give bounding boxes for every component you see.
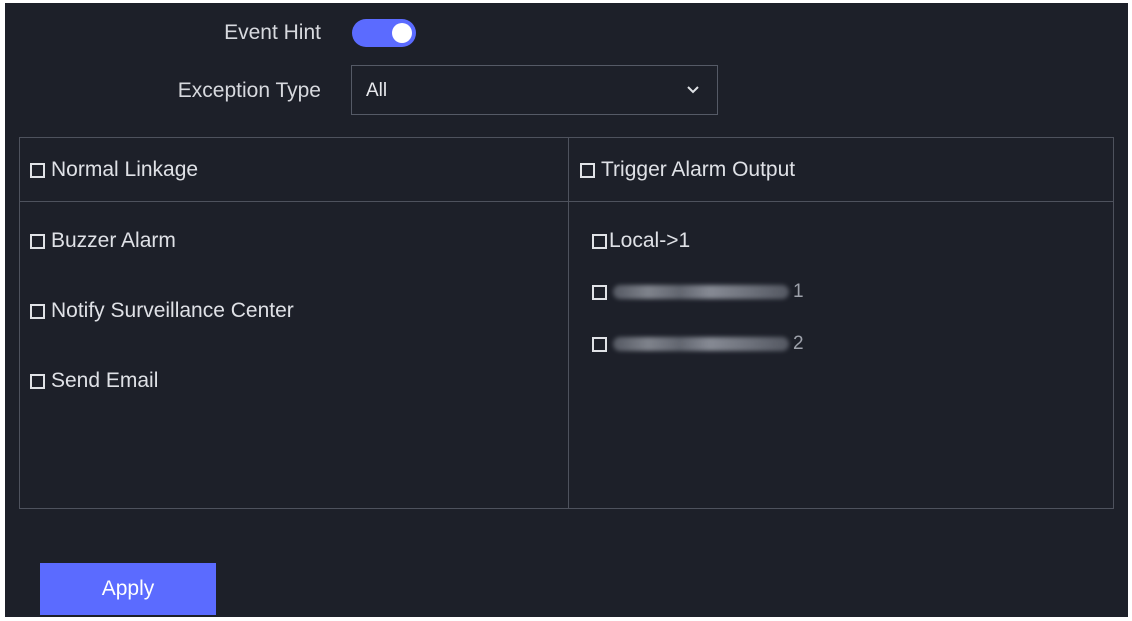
obscured-device-address	[613, 337, 789, 351]
exception-type-select[interactable]: All	[351, 65, 718, 115]
linkage-settings-panel: Event Hint Exception Type All Normal Lin…	[5, 3, 1128, 617]
linkage-table: Normal Linkage Trigger Alarm Output Buzz…	[19, 137, 1114, 509]
buzzer-alarm-label: Buzzer Alarm	[51, 229, 176, 252]
checkbox-empty-icon	[592, 336, 607, 352]
header-divider	[20, 201, 1113, 202]
apply-button[interactable]: Apply	[40, 563, 216, 615]
trigger-alarm-output-header-label: Trigger Alarm Output	[601, 158, 796, 181]
checkbox-empty-icon	[30, 373, 45, 389]
normal-linkage-header-checkbox[interactable]: Normal Linkage	[30, 158, 198, 182]
event-hint-label: Event Hint	[224, 21, 321, 44]
toggle-knob	[392, 23, 412, 43]
send-email-label: Send Email	[51, 369, 159, 392]
checkbox-empty-icon	[580, 162, 595, 178]
event-hint-toggle[interactable]	[352, 19, 416, 47]
remote-output-2-checkbox[interactable]: 2	[592, 333, 804, 355]
exception-type-label: Exception Type	[177, 79, 321, 102]
trigger-alarm-output-header-checkbox[interactable]: Trigger Alarm Output	[580, 158, 795, 182]
remote-output-1-checkbox[interactable]: 1	[592, 281, 804, 303]
chevron-down-icon	[687, 86, 699, 94]
local-output-1-label: Local->1	[609, 229, 691, 252]
checkbox-empty-icon	[30, 162, 45, 178]
send-email-checkbox[interactable]: Send Email	[30, 369, 158, 393]
normal-linkage-header-label: Normal Linkage	[51, 158, 199, 181]
exception-type-value: All	[366, 80, 388, 101]
checkbox-empty-icon	[30, 303, 45, 319]
notify-surveillance-center-label: Notify Surveillance Center	[51, 299, 294, 322]
obscured-device-address	[613, 285, 789, 299]
checkbox-empty-icon	[592, 233, 607, 249]
checkbox-empty-icon	[592, 284, 607, 300]
column-divider	[568, 138, 569, 508]
notify-surveillance-center-checkbox[interactable]: Notify Surveillance Center	[30, 299, 294, 323]
checkbox-empty-icon	[30, 233, 45, 249]
remote-output-1-label: 1	[793, 281, 804, 302]
buzzer-alarm-checkbox[interactable]: Buzzer Alarm	[30, 229, 176, 253]
remote-output-2-label: 2	[793, 333, 804, 354]
local-output-1-checkbox[interactable]: Local->1	[592, 229, 690, 253]
